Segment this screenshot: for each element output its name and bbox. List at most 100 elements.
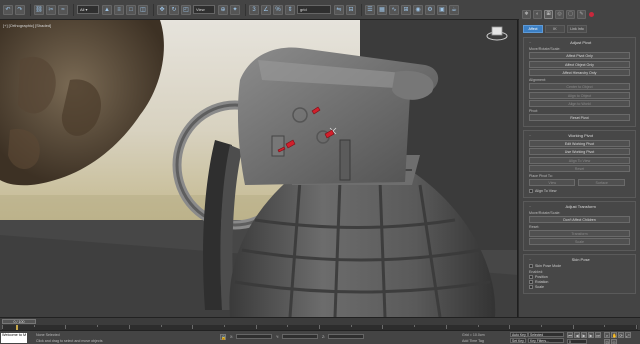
rollout-title[interactable]: − Skin Pose [529, 257, 630, 262]
reference-coordinate-dropdown[interactable]: View [193, 5, 215, 14]
checkbox-box[interactable] [529, 279, 533, 284]
utilities-tab-icon[interactable]: ✎ [577, 9, 586, 19]
affect-object-only-button[interactable]: Affect Object Only [529, 60, 630, 68]
named-selection-dropdown[interactable]: grid [297, 5, 331, 14]
subtab-affect[interactable]: Affect [523, 25, 543, 33]
align-to-view-checkbox[interactable]: Align To View [529, 188, 630, 193]
pivot-icon[interactable]: ⊕ [218, 4, 228, 15]
region-icon[interactable]: □ [126, 4, 136, 15]
curve-editor-icon[interactable]: ∿ [389, 4, 399, 15]
layer-icon[interactable]: ☰ [365, 4, 375, 15]
hierarchy-tab-icon[interactable]: ⊞ [544, 9, 553, 19]
select-by-name-icon[interactable]: ≡ [114, 4, 124, 15]
pan-icon[interactable]: ✋ [611, 332, 617, 338]
select-icon[interactable]: ▲ [102, 4, 112, 15]
rollout-title[interactable]: − Adjust Transform [529, 204, 630, 209]
z-coordinate-field[interactable] [328, 334, 364, 339]
render-setup-icon[interactable]: ⚙ [425, 4, 435, 15]
skin-pose-mode-checkbox[interactable]: Skin Pose Mode [529, 263, 630, 268]
rollout-title[interactable]: − Adjust Pivot [529, 40, 630, 45]
move-icon[interactable]: ✥ [157, 4, 167, 15]
orbit-icon[interactable]: ⟳ [618, 332, 624, 338]
redo-icon[interactable]: ↷ [15, 4, 25, 15]
reset-working-pivot-button[interactable]: Reset [529, 165, 630, 172]
dont-affect-children-button[interactable]: Don't Affect Children [529, 215, 630, 223]
checkbox-box[interactable] [529, 274, 533, 279]
rotation-checkbox[interactable]: Rotation [529, 279, 630, 284]
selection-filter-dropdown[interactable]: All ▾ [77, 5, 99, 14]
next-frame-icon[interactable]: ▶ [588, 332, 594, 338]
percent-snap-icon[interactable]: % [273, 4, 283, 15]
set-key-label[interactable]: Set Key [510, 338, 526, 343]
current-frame-field[interactable]: 0 [567, 339, 587, 344]
motion-tab-icon[interactable]: ◎ [555, 9, 564, 19]
center-to-object-button[interactable]: Center to Object [529, 83, 630, 90]
auto-key-label[interactable]: Auto Key [510, 332, 528, 337]
subtab-link-info[interactable]: Link Info [567, 25, 587, 33]
window-crossing-icon[interactable]: ◫ [138, 4, 148, 15]
select-manipulate-icon[interactable]: ✦ [230, 4, 240, 15]
reset-pivot-button[interactable]: Reset Pivot [529, 114, 630, 121]
lock-icon[interactable]: 🔒 [220, 334, 226, 340]
reset-scale-button[interactable]: Scale [529, 238, 630, 245]
scale-checkbox[interactable]: Scale [529, 284, 630, 289]
affect-pivot-only-button[interactable]: Affect Pivot Only [529, 52, 630, 59]
add-time-tag[interactable]: Add Time Tag [462, 339, 484, 343]
zoom-extents-icon[interactable]: ⊡ [604, 339, 610, 344]
time-slider[interactable]: 0 / 100 [2, 319, 36, 324]
unlink-icon[interactable]: ✂ [46, 4, 56, 15]
rollout-title[interactable]: − Working Pivot [529, 133, 630, 138]
rollout-collapse-icon: − [529, 203, 532, 209]
align-to-view-button[interactable]: Align To View [529, 156, 630, 164]
graphite-icon[interactable]: ▦ [377, 4, 387, 15]
checkbox-box[interactable] [529, 263, 533, 268]
rollout-title-label: Adjust Transform [565, 203, 596, 209]
go-to-end-icon[interactable]: ⏭ [595, 332, 601, 338]
prev-frame-icon[interactable]: ◀ [574, 332, 580, 338]
angle-snap-icon[interactable]: ∠ [261, 4, 271, 15]
play-icon[interactable]: ▶ [581, 332, 587, 338]
section-label: Enabled: [529, 269, 544, 274]
affect-hierarchy-only-button[interactable]: Affect Hierarchy Only [529, 69, 630, 76]
surface-option-button[interactable]: Surface [578, 179, 625, 186]
render-icon[interactable]: ☕ [449, 4, 459, 15]
link-icon[interactable]: ⛓ [34, 4, 44, 15]
edit-working-pivot-button[interactable]: Edit Working Pivot [529, 139, 630, 147]
maxscript-listener[interactable]: Welcome to M [1, 333, 27, 343]
material-editor-icon[interactable]: ◉ [413, 4, 423, 15]
align-to-object-button[interactable]: Align to Object [529, 91, 630, 99]
use-working-pivot-button[interactable]: Use Working Pivot [529, 148, 630, 155]
zoom-icon[interactable]: ⌕ [604, 332, 610, 338]
scene-render [0, 20, 517, 317]
key-filters-button[interactable]: Key Filters... [528, 338, 564, 343]
position-checkbox[interactable]: Position [529, 274, 630, 279]
subtab-ik[interactable]: IK [545, 25, 565, 33]
viewport[interactable]: [+] [Orthographic] [Shaded] [0, 20, 518, 317]
bind-icon[interactable]: ≈ [58, 4, 68, 15]
x-coordinate-field[interactable] [236, 334, 272, 339]
schematic-icon[interactable]: ⊞ [401, 4, 411, 15]
mirror-icon[interactable]: ⇋ [334, 4, 344, 15]
rendered-frame-icon[interactable]: ▣ [437, 4, 447, 15]
modify-tab-icon[interactable]: ◐ [533, 9, 542, 19]
spinner-snap-icon[interactable]: ⇕ [285, 4, 295, 15]
display-tab-icon[interactable]: ▢ [566, 9, 575, 19]
undo-icon[interactable]: ↶ [3, 4, 13, 15]
scale-icon[interactable]: ◰ [181, 4, 191, 15]
y-coordinate-field[interactable] [282, 334, 318, 339]
selected-dropdown[interactable]: Selected [528, 332, 564, 337]
align-to-world-button[interactable]: Align to World [529, 100, 630, 107]
rotate-icon[interactable]: ↻ [169, 4, 179, 15]
align-icon[interactable]: ⊟ [346, 4, 356, 15]
viewcube-icon[interactable] [485, 24, 509, 42]
maximize-viewport-icon[interactable]: ⤢ [625, 332, 631, 338]
viewport-label[interactable]: [+] [Orthographic] [Shaded] [3, 23, 51, 28]
view-option-button[interactable]: View [529, 179, 576, 186]
create-tab-icon[interactable]: ✱ [522, 9, 531, 19]
reset-transform-button[interactable]: Transform [529, 229, 630, 237]
go-to-start-icon[interactable]: ⏮ [567, 332, 573, 338]
snap-icon[interactable]: 3 [249, 4, 259, 15]
checkbox-box[interactable] [529, 188, 533, 193]
checkbox-box[interactable] [529, 284, 533, 289]
field-of-view-icon[interactable]: ◇ [611, 339, 617, 344]
